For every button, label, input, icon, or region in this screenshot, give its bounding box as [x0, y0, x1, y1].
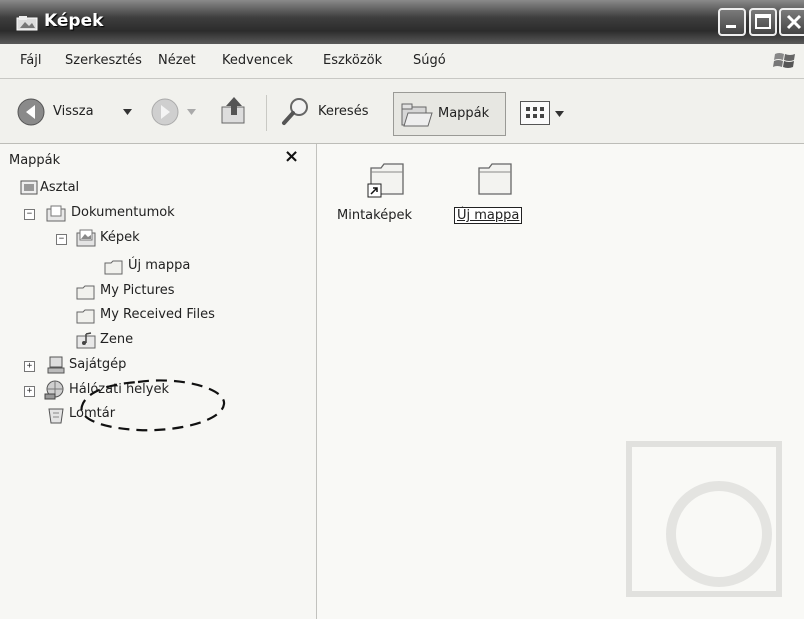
views-button[interactable]: [520, 101, 550, 125]
views-dropdown-icon[interactable]: [555, 111, 564, 117]
tree-item-label: Új mappa: [128, 258, 191, 273]
tree-item-label: Sajátgép: [69, 357, 127, 372]
documents-folder-icon: [46, 205, 66, 222]
forward-dropdown-icon[interactable]: [187, 109, 196, 115]
music-folder-icon: [76, 332, 96, 349]
tree-item-sajatgep[interactable]: + Sajátgép: [0, 355, 300, 377]
folder-pane-title: Mappák: [9, 153, 61, 168]
close-icon: [786, 14, 802, 30]
search-icon: [282, 98, 308, 125]
search-button[interactable]: Keresés: [280, 93, 384, 133]
back-dropdown-icon[interactable]: [123, 109, 132, 115]
file-item-mintakepek[interactable]: Mintaképek: [335, 158, 431, 234]
window-title: Képek: [44, 11, 104, 31]
back-label: Vissza: [53, 104, 94, 119]
explorer-window: Képek Fájl Szerkesztés Nézet Kedvencek E…: [0, 0, 804, 619]
pictures-folder-icon: [76, 229, 96, 247]
tree-item-label: My Received Files: [100, 307, 215, 322]
recycle-bin-icon: [48, 408, 64, 424]
tree-item-dokumentumok[interactable]: − Dokumentumok: [0, 203, 300, 225]
menu-help[interactable]: Súgó: [413, 53, 446, 68]
menu-edit[interactable]: Szerkesztés: [65, 53, 142, 68]
folder-pane-close-button[interactable]: ×: [284, 146, 299, 167]
tree-item-asztal[interactable]: Asztal: [0, 178, 300, 200]
minimize-icon: [726, 25, 736, 28]
tree-item-kepek[interactable]: − Képek: [0, 228, 300, 250]
tree-item-label: Zene: [100, 332, 134, 347]
back-arrow-icon: [17, 98, 45, 126]
menu-view[interactable]: Nézet: [158, 53, 196, 68]
up-folder-icon: [221, 97, 245, 124]
folder-icon: [104, 260, 123, 275]
tree-item-my-pictures[interactable]: My Pictures: [0, 281, 300, 303]
collapse-toggle[interactable]: −: [56, 234, 67, 245]
toolbar-separator: [266, 95, 267, 131]
menu-bar: Fájl Szerkesztés Nézet Kedvencek Eszközö…: [0, 44, 804, 79]
menu-file[interactable]: Fájl: [20, 53, 41, 68]
tree-item-label: Képek: [100, 230, 140, 245]
shortcut-folder-icon: [367, 163, 404, 198]
file-label-renaming[interactable]: Új mappa: [453, 207, 523, 224]
forward-arrow-icon: [151, 98, 179, 126]
back-button[interactable]: Vissza: [16, 93, 134, 133]
folder-tree-pane: Mappák × Asztal − Dokumentumok − Képek Ú…: [0, 144, 317, 619]
up-button[interactable]: [218, 93, 250, 133]
folders-button[interactable]: Mappák: [393, 92, 506, 136]
file-list-pane: Mintaképek Új mappa: [317, 144, 804, 619]
folders-label: Mappák: [438, 106, 490, 121]
maximize-icon: [755, 14, 771, 29]
menu-favorites[interactable]: Kedvencek: [222, 53, 293, 68]
collapse-toggle[interactable]: −: [24, 209, 35, 220]
tree-item-label: Asztal: [40, 180, 80, 195]
toolbar: Vissza Keresés Mappák: [0, 79, 804, 144]
windows-logo-icon: [773, 53, 795, 68]
folder-pictures-icon: [16, 16, 38, 31]
expand-toggle[interactable]: +: [24, 386, 35, 397]
maximize-button[interactable]: [749, 8, 777, 36]
title-bar[interactable]: Képek: [0, 0, 804, 44]
file-item-uj-mappa[interactable]: Új mappa: [451, 158, 547, 234]
minimize-button[interactable]: [718, 8, 746, 36]
expand-toggle[interactable]: +: [24, 361, 35, 372]
tree-item-label: My Pictures: [100, 283, 175, 298]
tree-item-my-received-files[interactable]: My Received Files: [0, 305, 300, 327]
tree-item-zene[interactable]: Zene: [0, 330, 300, 352]
desktop-icon: [20, 180, 38, 195]
folder-icon: [76, 309, 95, 324]
search-label: Keresés: [318, 104, 369, 119]
folder-icon: [76, 285, 95, 300]
menu-tools[interactable]: Eszközök: [323, 53, 382, 68]
file-label: Mintaképek: [337, 208, 412, 223]
tree-item-uj-mappa[interactable]: Új mappa: [0, 256, 300, 278]
forward-button[interactable]: [150, 93, 200, 133]
views-grid-icon: [526, 107, 544, 118]
close-button[interactable]: [779, 8, 804, 36]
tree-item-label: Dokumentumok: [71, 205, 175, 220]
watermark-icon: [626, 441, 782, 597]
dashed-ellipse-annotation: [80, 379, 226, 432]
folder-icon: [478, 163, 512, 195]
network-places-icon: [44, 380, 64, 400]
my-computer-icon: [47, 356, 65, 374]
folders-icon: [401, 103, 433, 127]
